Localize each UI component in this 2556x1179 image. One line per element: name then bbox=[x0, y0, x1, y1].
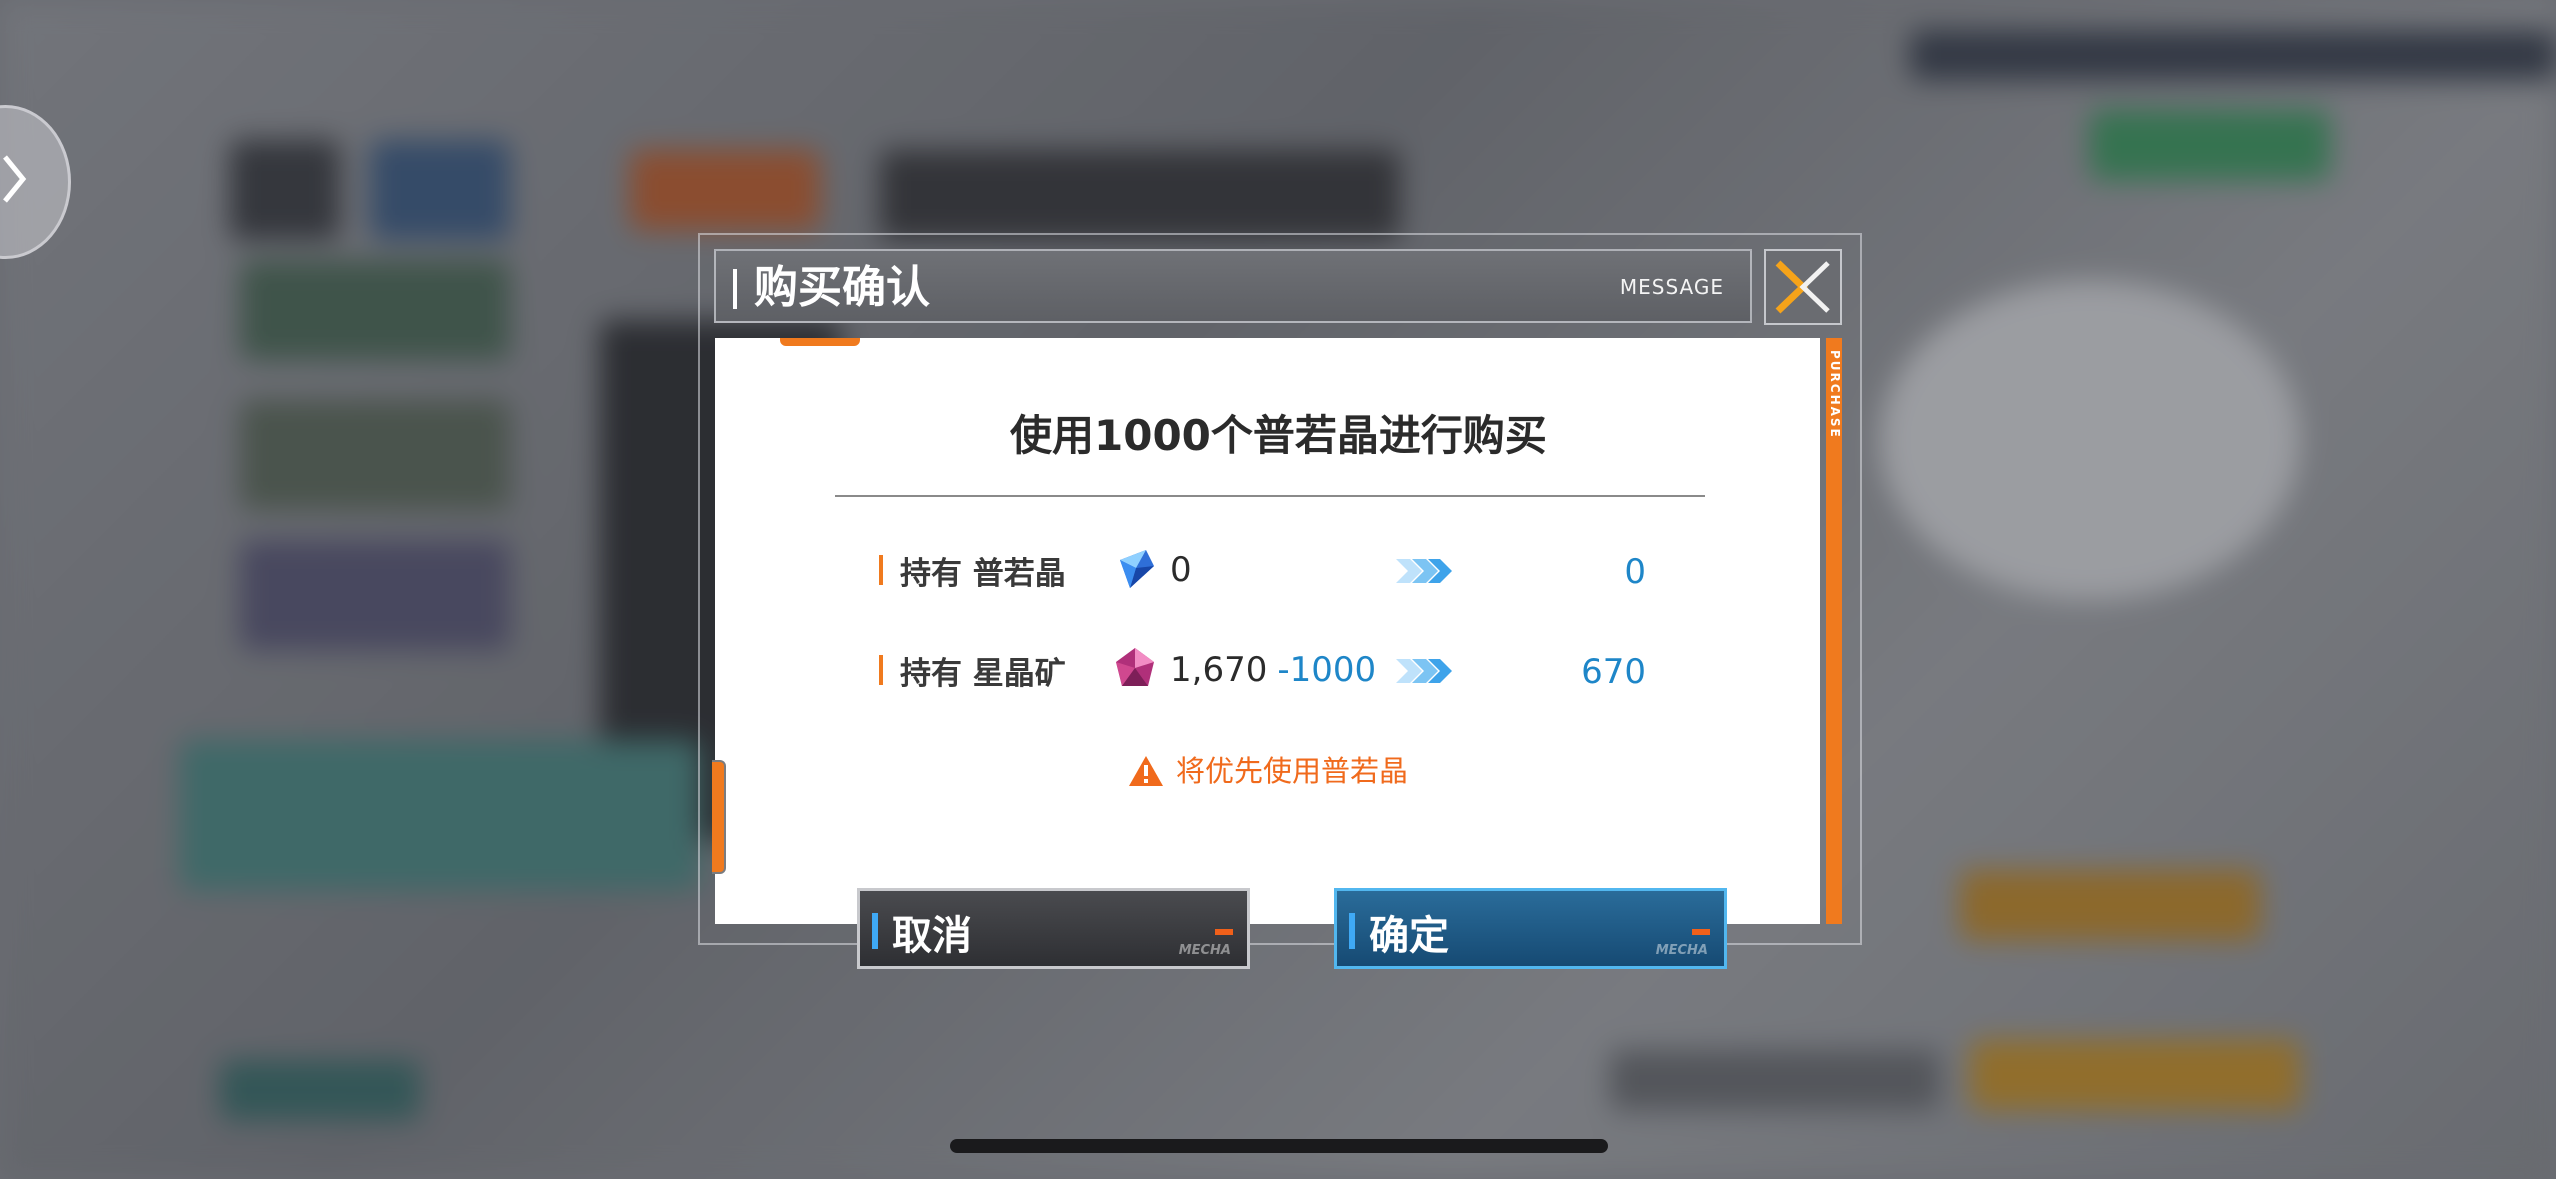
row-result-amount: 0 bbox=[1624, 552, 1646, 592]
row-label: 持有 普若晶 bbox=[900, 556, 1066, 592]
double-arrow-icon bbox=[1396, 659, 1452, 683]
blue-crystal-icon bbox=[1120, 550, 1154, 588]
header-accent-bar bbox=[733, 269, 737, 309]
home-indicator[interactable] bbox=[950, 1139, 1608, 1153]
chevron-right-icon bbox=[3, 155, 27, 203]
button-accent-bar bbox=[872, 913, 878, 949]
button-tag: MECHA bbox=[1655, 943, 1708, 958]
purchase-side-label: PURCHASE bbox=[1828, 350, 1842, 439]
row-delta: -1000 bbox=[1277, 650, 1377, 690]
header-tag: MESSAGE bbox=[1619, 275, 1724, 299]
top-tab-accent bbox=[780, 338, 860, 346]
button-mark bbox=[1215, 929, 1233, 935]
button-accent-bar bbox=[1349, 913, 1355, 949]
button-mark bbox=[1692, 929, 1710, 935]
warning-text: 将优先使用普若晶 bbox=[1176, 754, 1409, 788]
warning-triangle-icon bbox=[1129, 756, 1163, 786]
confirm-button[interactable]: 确定 MECHA bbox=[1334, 888, 1727, 969]
double-arrow-icon bbox=[1396, 559, 1452, 583]
row-current-amount: 1,670 -1000 bbox=[1170, 650, 1377, 690]
pink-crystal-icon bbox=[1116, 648, 1154, 686]
row-accent-bar bbox=[879, 555, 883, 585]
cancel-button-label: 取消 bbox=[892, 913, 972, 959]
currency-row-procrystal: 持有 普若晶 0 0 bbox=[0, 540, 2556, 600]
row-label: 持有 星晶矿 bbox=[900, 656, 1066, 692]
button-tag: MECHA bbox=[1178, 943, 1231, 958]
confirm-button-label: 确定 bbox=[1369, 913, 1449, 959]
close-button[interactable] bbox=[1764, 249, 1842, 325]
purchase-message: 使用1000个普若晶进行购买 bbox=[1010, 411, 1547, 460]
dialog-header: 购买确认 MESSAGE bbox=[714, 249, 1752, 323]
priority-warning: 将优先使用普若晶 bbox=[1128, 752, 1408, 790]
row-current-amount: 0 bbox=[1170, 550, 1192, 590]
dialog-title: 购买确认 bbox=[754, 262, 930, 313]
currency-row-starcrystal: 持有 星晶矿 1,670 -1000 670 bbox=[0, 640, 2556, 700]
row-accent-bar bbox=[879, 655, 883, 685]
cancel-button[interactable]: 取消 MECHA bbox=[857, 888, 1250, 969]
close-icon bbox=[1775, 260, 1830, 314]
row-result-amount: 670 bbox=[1581, 652, 1646, 692]
message-divider bbox=[835, 495, 1705, 497]
left-notch-accent bbox=[712, 760, 726, 874]
